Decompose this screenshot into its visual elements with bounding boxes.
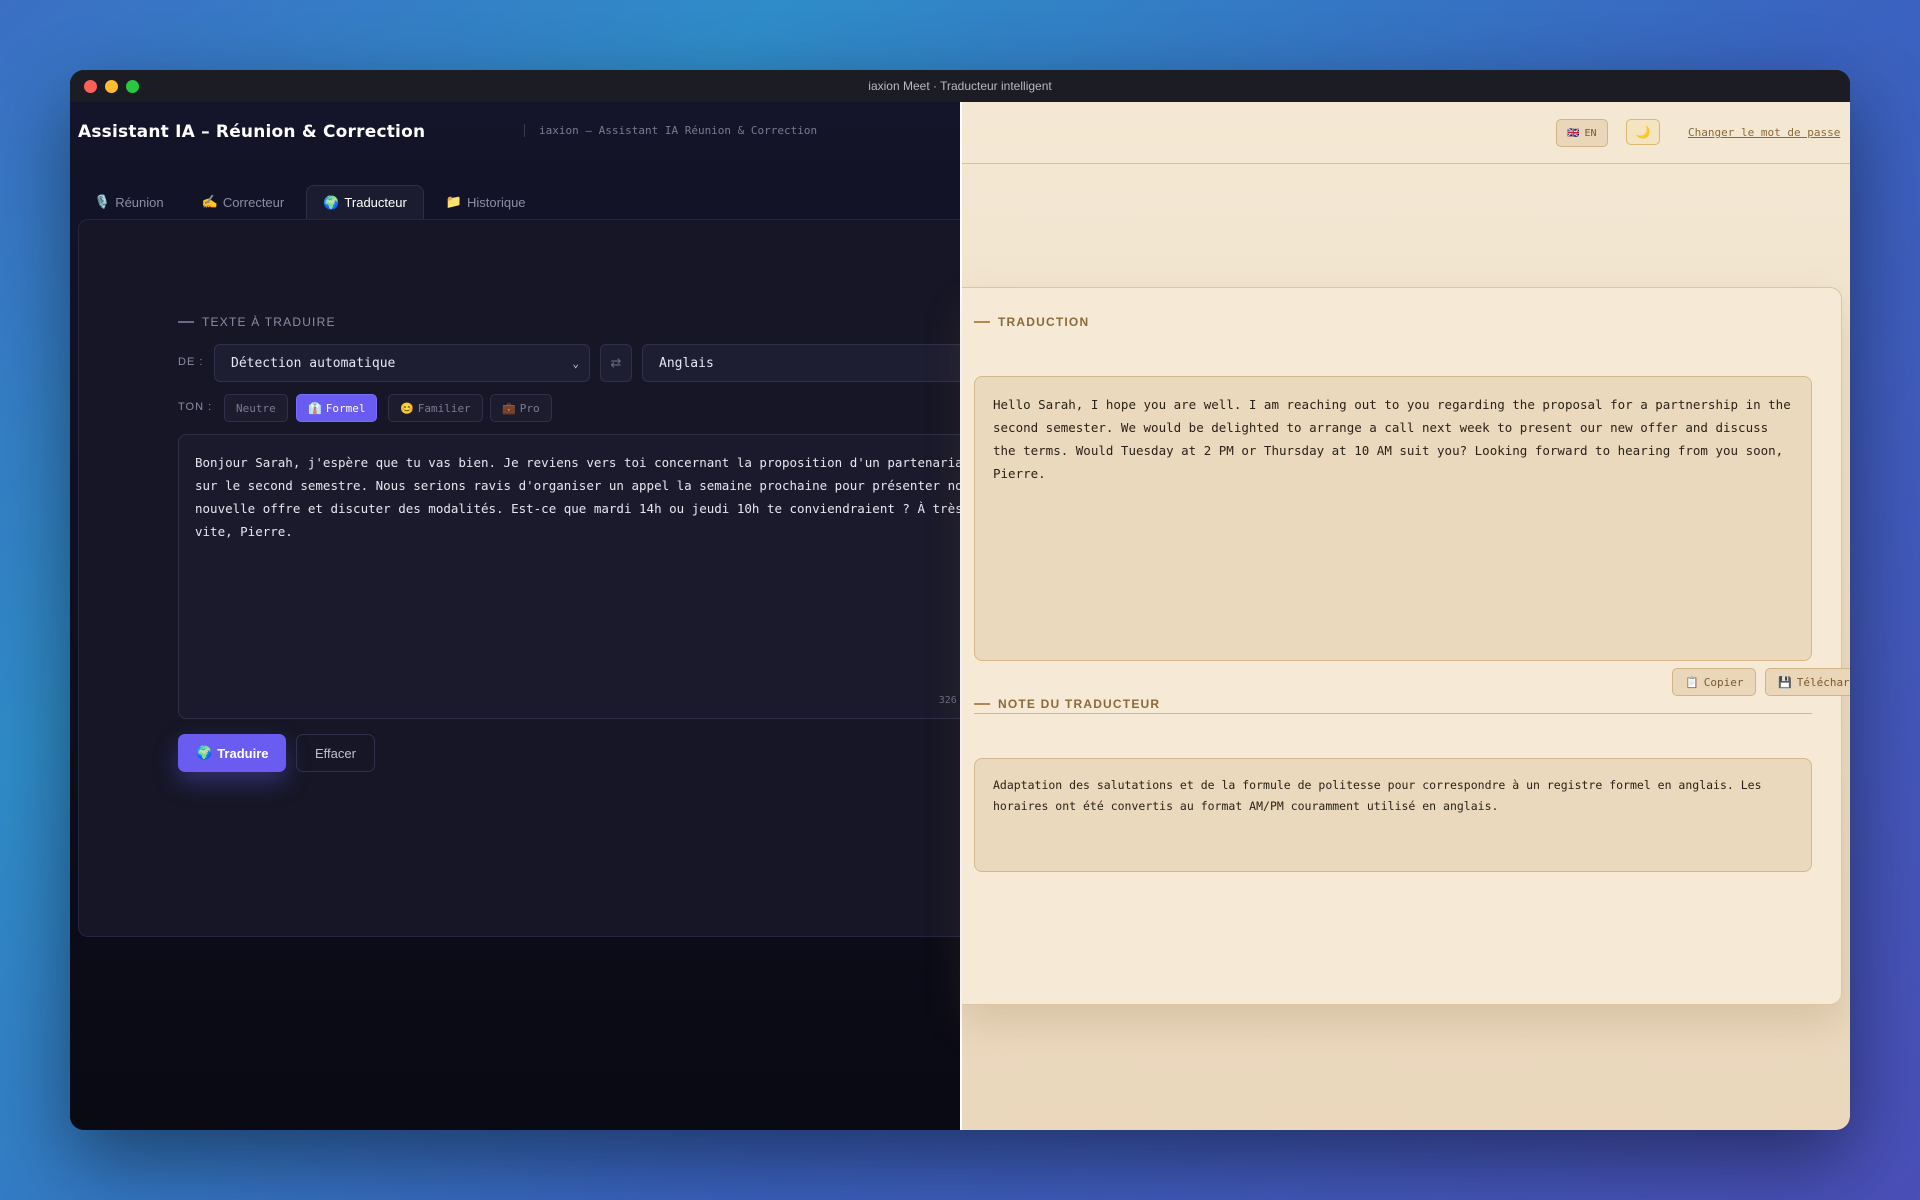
tab-label: Traducteur — [344, 195, 407, 210]
tab-label: Correcteur — [222, 194, 285, 210]
clipboard-icon: 📋 — [1685, 675, 1699, 689]
smile-icon: 😊 — [400, 401, 414, 415]
app-subtitle: iaxion — Assistant IA Réunion & Correcti… — [524, 124, 817, 137]
translate-button[interactable]: 🌍 Traduire — [178, 734, 287, 772]
light-pane: 🇬🇧 EN 🌙 Changer le mot de passe TRADUCTI… — [962, 102, 1850, 1130]
minimize-window-button[interactable] — [105, 80, 118, 93]
moon-icon: 🌙 — [1635, 125, 1651, 139]
writing-hand-icon: ✍️ — [201, 194, 218, 209]
globe-icon: 🌍 — [196, 745, 213, 760]
tone-neutre-button[interactable]: Neutre — [224, 394, 288, 422]
download-button[interactable]: 💾 Télécharger — [1765, 668, 1850, 696]
close-window-button[interactable] — [84, 80, 97, 93]
language-switch-button[interactable]: 🇬🇧 EN — [1556, 119, 1608, 147]
copy-button[interactable]: 📋 Copier — [1672, 668, 1757, 696]
theme-toggle-button[interactable]: 🌙 — [1626, 119, 1660, 145]
window-title: iaxion Meet · Traducteur intelligent — [868, 79, 1052, 93]
source-text-input[interactable]: Bonjour Sarah, j'espère que tu vas bien.… — [178, 434, 1016, 719]
section-divider — [974, 713, 1812, 714]
translation-section-label: TRADUCTION — [974, 315, 1089, 329]
globe-icon: 🌍 — [323, 194, 340, 210]
tone-pro-button[interactable]: 💼 Pro — [490, 394, 552, 422]
window-controls — [84, 80, 139, 93]
main-tabs: 🎙️ Réunion ✍️ Correcteur 🌍 Traducteur 📁 … — [78, 185, 542, 219]
tab-correcteur[interactable]: ✍️ Correcteur — [186, 185, 301, 219]
tab-reunion[interactable]: 🎙️ Réunion — [78, 185, 180, 219]
translator-note-text: Adaptation des salutations et de la form… — [974, 758, 1812, 872]
tab-traducteur[interactable]: 🌍 Traducteur — [306, 185, 424, 219]
clear-button[interactable]: Effacer — [296, 734, 375, 772]
maximize-window-button[interactable] — [126, 80, 139, 93]
tone-label: TON : — [178, 401, 213, 413]
change-password-link[interactable]: Changer le mot de passe — [1688, 126, 1840, 139]
source-section-label: TEXTE À TRADUIRE — [178, 315, 336, 329]
tone-formel-button[interactable]: 👔 Formel — [296, 394, 378, 422]
app-title: Assistant IA – Réunion & Correction — [78, 122, 426, 142]
tone-familier-button[interactable]: 😊 Familier — [388, 394, 483, 422]
title-bar: iaxion Meet · Traducteur intelligent — [70, 70, 1850, 102]
microphone-icon: 🎙️ — [94, 194, 111, 209]
translation-output[interactable]: Hello Sarah, I hope you are well. I am r… — [974, 376, 1812, 661]
chevron-down-icon: ⌄ — [572, 356, 579, 370]
folder-icon: 📁 — [445, 194, 462, 209]
floppy-disk-icon: 💾 — [1778, 675, 1792, 689]
source-language-select[interactable]: Détection automatique ⌄ — [214, 344, 590, 382]
tab-label: Historique — [467, 194, 526, 210]
swap-icon: ⇄ — [610, 355, 622, 371]
uk-flag-icon: 🇬🇧 — [1567, 127, 1580, 139]
app-window: iaxion Meet · Traducteur intelligent Ass… — [70, 70, 1850, 1130]
necktie-icon: 👔 — [308, 401, 322, 415]
tab-label: Réunion — [115, 194, 164, 210]
swap-languages-button[interactable]: ⇄ — [600, 344, 632, 382]
tab-historique[interactable]: 📁 Historique — [430, 185, 542, 219]
from-label: DE : — [178, 356, 204, 368]
translator-note-label: NOTE DU TRADUCTEUR — [974, 697, 1160, 711]
briefcase-icon: 💼 — [502, 401, 516, 415]
dark-pane: Assistant IA – Réunion & Correction iaxi… — [70, 102, 1016, 1130]
